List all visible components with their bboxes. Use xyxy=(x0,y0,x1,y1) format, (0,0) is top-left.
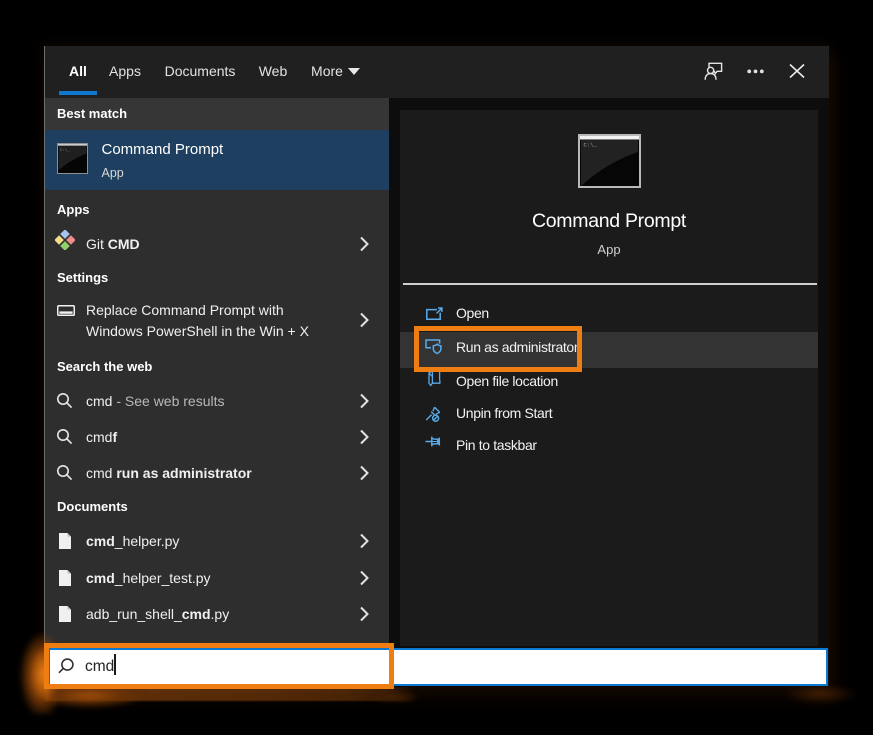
svg-text:C:\_: C:\_ xyxy=(60,148,70,153)
svg-text:C:\_: C:\_ xyxy=(584,142,598,149)
